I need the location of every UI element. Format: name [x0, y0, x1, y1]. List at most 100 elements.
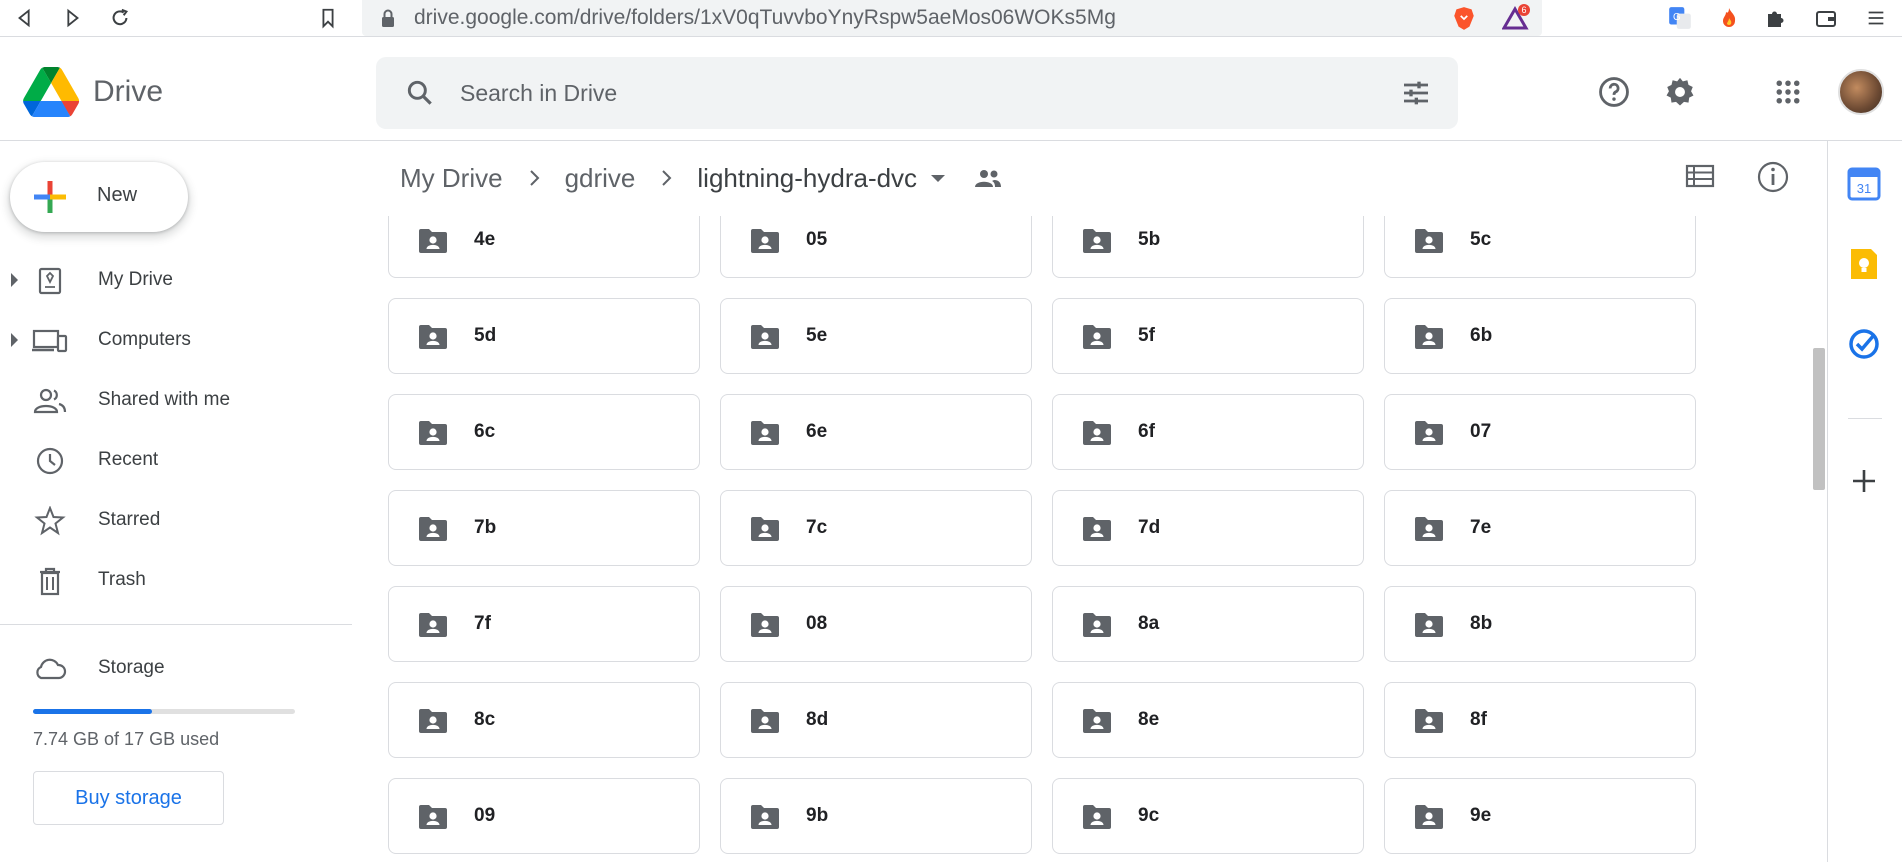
folder-item[interactable]: 5b [1052, 216, 1364, 278]
folder-name: 6f [1138, 421, 1155, 442]
folder-item[interactable]: 7e [1384, 490, 1696, 566]
search-input[interactable] [460, 75, 1320, 111]
folder-item[interactable]: 6b [1384, 298, 1696, 374]
sidebar-item-storage[interactable]: Storage [0, 643, 350, 693]
folder-item[interactable]: 9c [1052, 778, 1364, 854]
folder-item[interactable]: 08 [720, 586, 1032, 662]
shared-folder-icon [751, 229, 779, 253]
folder-menu-dropdown-icon[interactable] [931, 174, 946, 182]
search-bar[interactable] [376, 57, 1458, 129]
reload-icon [112, 8, 129, 26]
folder-item[interactable]: 6f [1052, 394, 1364, 470]
folder-item[interactable]: 8d [720, 682, 1032, 758]
back-arrow-icon [18, 8, 30, 28]
puzzle-icon [1768, 11, 1784, 27]
sidebar-item-trash[interactable]: Trash [0, 555, 350, 605]
folder-item[interactable]: 7d [1052, 490, 1364, 566]
keep-icon[interactable] [1846, 246, 1882, 282]
folder-item[interactable]: 5c [1384, 216, 1696, 278]
folder-item[interactable]: 07 [1384, 394, 1696, 470]
folder-name: 6e [806, 421, 828, 442]
folder-item[interactable]: 8a [1052, 586, 1364, 662]
folder-item[interactable]: 05 [720, 216, 1032, 278]
breadcrumb-current-folder[interactable]: lightning-hydra-dvc [697, 163, 917, 194]
folder-item[interactable]: 5e [720, 298, 1032, 374]
breadcrumb-gdrive[interactable]: gdrive [565, 163, 636, 194]
google-drive-logo[interactable] [22, 67, 80, 117]
info-icon[interactable] [1756, 160, 1790, 194]
calendar-icon[interactable]: 31 [1846, 166, 1882, 202]
settings-button[interactable] [1661, 73, 1699, 111]
sidebar-item-shared-with-me[interactable]: Shared with me [0, 375, 350, 425]
expand-caret-icon[interactable] [11, 333, 18, 347]
folder-item[interactable]: 9e [1384, 778, 1696, 854]
fire-extension[interactable] [1715, 4, 1743, 32]
back-button[interactable] [10, 4, 40, 32]
folder-item[interactable]: 6c [388, 394, 700, 470]
sidebar-item-my-drive[interactable]: My Drive [0, 255, 350, 305]
url-text[interactable]: drive.google.com/drive/folders/1xV0qTuvv… [414, 6, 1116, 30]
reload-button[interactable] [105, 4, 135, 32]
folder-item[interactable]: 8c [388, 682, 700, 758]
tasks-icon[interactable] [1846, 326, 1882, 362]
folder-name: 05 [806, 229, 828, 250]
sidebar-item-label: Starred [98, 509, 161, 530]
wallet-button[interactable] [1812, 4, 1840, 32]
support-button[interactable] [1595, 73, 1633, 111]
account-avatar[interactable] [1838, 69, 1884, 115]
brave-lion-icon [1454, 7, 1474, 30]
app-title[interactable]: Drive [93, 75, 163, 109]
scrollbar-thumb[interactable] [1813, 348, 1825, 490]
browser-menu-button[interactable] [1862, 4, 1890, 32]
breadcrumb-my-drive[interactable]: My Drive [400, 163, 503, 194]
folder-name: 5c [1470, 229, 1492, 250]
folder-item[interactable]: 7b [388, 490, 700, 566]
folder-item[interactable]: 8e [1052, 682, 1364, 758]
sidebar-item-computers[interactable]: Computers [0, 315, 350, 365]
shared-folder-icon [419, 805, 447, 829]
shared-folder-icon [1083, 805, 1111, 829]
shared-folder-icon [1083, 709, 1111, 733]
folder-item[interactable]: 8b [1384, 586, 1696, 662]
search-icon[interactable] [404, 77, 436, 109]
storage-progress-fill [33, 709, 153, 714]
extensions-button[interactable] [1762, 4, 1790, 32]
folder-item[interactable]: 8f [1384, 682, 1696, 758]
folder-name: 8c [474, 709, 496, 730]
brave-rewards-button[interactable]: 6 [1502, 4, 1530, 32]
computers-icon [32, 329, 68, 353]
folder-name: 8a [1138, 613, 1160, 634]
apps-grid-icon [1776, 80, 1800, 104]
folder-item[interactable]: 5d [388, 298, 700, 374]
shared-folder-icon [419, 517, 447, 541]
cloud-icon [36, 658, 67, 680]
buy-storage-button[interactable]: Buy storage [33, 771, 224, 825]
sidebar-item-recent[interactable]: Recent [0, 435, 350, 485]
shared-folder-icon [1415, 805, 1443, 829]
shared-folder-icon [751, 421, 779, 445]
scrollbar-track[interactable] [1812, 216, 1826, 862]
svg-text:G: G [1673, 12, 1681, 23]
search-options-icon[interactable] [1400, 77, 1432, 109]
folder-item[interactable]: 09 [388, 778, 700, 854]
folder-item[interactable]: 4e [388, 216, 700, 278]
list-view-icon[interactable] [1684, 160, 1716, 192]
folder-item[interactable]: 7f [388, 586, 700, 662]
folder-item[interactable]: 7c [720, 490, 1032, 566]
folder-item[interactable]: 6e [720, 394, 1032, 470]
shared-people-icon[interactable] [973, 167, 1003, 189]
folder-name: 7e [1470, 517, 1492, 538]
translate-extension[interactable]: G [1666, 4, 1694, 32]
forward-button[interactable] [57, 4, 87, 32]
get-add-ons-plus-icon[interactable] [1846, 463, 1882, 499]
brave-shields-button[interactable] [1450, 4, 1478, 32]
new-button[interactable]: New [10, 162, 188, 232]
star-icon [34, 506, 66, 536]
folder-item[interactable]: 9b [720, 778, 1032, 854]
bookmark-button[interactable] [313, 4, 343, 32]
sidebar-item-starred[interactable]: Starred [0, 495, 350, 545]
google-apps-button[interactable] [1769, 73, 1807, 111]
side-panel: 31 [1827, 141, 1902, 862]
expand-caret-icon[interactable] [11, 273, 18, 287]
folder-item[interactable]: 5f [1052, 298, 1364, 374]
